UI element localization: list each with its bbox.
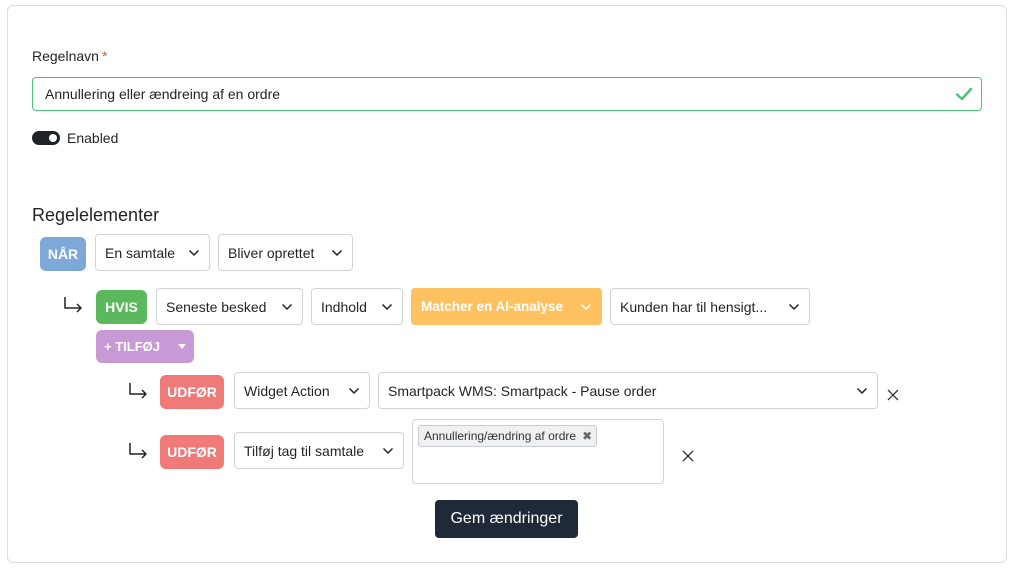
rule-name-label: Regelnavn * [32, 48, 108, 64]
when-badge: NÅR [40, 237, 86, 271]
enabled-toggle[interactable] [32, 131, 60, 145]
nested-arrow-icon [129, 383, 147, 399]
caret-down-icon [178, 344, 186, 349]
chevron-down-icon [788, 303, 800, 310]
chevron-down-icon [580, 303, 592, 310]
nested-arrow-icon [129, 443, 147, 459]
rule-name-input[interactable]: Annullering eller ændreing af en ordre [32, 77, 982, 111]
action-badge: UDFØR [160, 435, 224, 469]
chevron-down-icon [331, 249, 343, 256]
action-type-select[interactable]: Tilføj tag til samtale [234, 432, 404, 469]
when-subject-select[interactable]: En samtale [95, 234, 210, 271]
condition-field-value: Seneste besked [166, 298, 267, 315]
condition-badge: HVIS [96, 290, 147, 324]
enabled-label: Enabled [67, 130, 119, 146]
condition-property-value: Indhold [321, 298, 367, 315]
condition-value-text: Kunden har til hensigt... [620, 298, 768, 315]
condition-operator-select[interactable]: Matcher en AI-analyse [411, 288, 602, 325]
condition-value-select[interactable]: Kunden har til hensigt... [610, 288, 810, 325]
remove-tag-icon[interactable]: ✖ [582, 429, 592, 443]
add-element-label: + TILFØJ [104, 339, 160, 354]
remove-action-icon[interactable] [681, 449, 695, 463]
nested-arrow-icon [64, 297, 82, 313]
action-type-select[interactable]: Widget Action [234, 372, 370, 409]
when-event-select[interactable]: Bliver oprettet [218, 234, 353, 271]
chevron-down-icon [281, 303, 293, 310]
chevron-down-icon [856, 387, 868, 394]
action-type-value: Widget Action [244, 382, 330, 399]
action-badge: UDFØR [160, 375, 224, 409]
tag-label: Annullering/ændring af ordre [424, 429, 577, 443]
save-button[interactable]: Gem ændringer [435, 500, 578, 538]
chevron-down-icon [381, 303, 393, 310]
tag-input[interactable]: Annullering/ændring af ordre ✖ [412, 419, 664, 484]
when-event-value: Bliver oprettet [228, 244, 315, 261]
condition-operator-value: Matcher en AI-analyse [421, 299, 564, 314]
chevron-down-icon [382, 447, 394, 454]
action-value-select[interactable]: Smartpack WMS: Smartpack - Pause order [378, 372, 878, 409]
when-subject-value: En samtale [105, 244, 176, 261]
condition-property-select[interactable]: Indhold [311, 288, 403, 325]
section-title: Regelelementer [32, 205, 160, 225]
tag-chip: Annullering/ændring af ordre ✖ [418, 425, 598, 447]
action-type-value: Tilføj tag til samtale [244, 442, 365, 459]
condition-field-select[interactable]: Seneste besked [156, 288, 303, 325]
check-icon [955, 87, 973, 101]
chevron-down-icon [188, 249, 200, 256]
required-marker: * [101, 48, 108, 64]
action-value-text: Smartpack WMS: Smartpack - Pause order [388, 382, 657, 399]
rule-name-value: Annullering eller ændreing af en ordre [45, 86, 281, 102]
add-element-button[interactable]: + TILFØJ [96, 330, 194, 363]
remove-action-icon[interactable] [886, 388, 900, 402]
chevron-down-icon [348, 387, 360, 394]
